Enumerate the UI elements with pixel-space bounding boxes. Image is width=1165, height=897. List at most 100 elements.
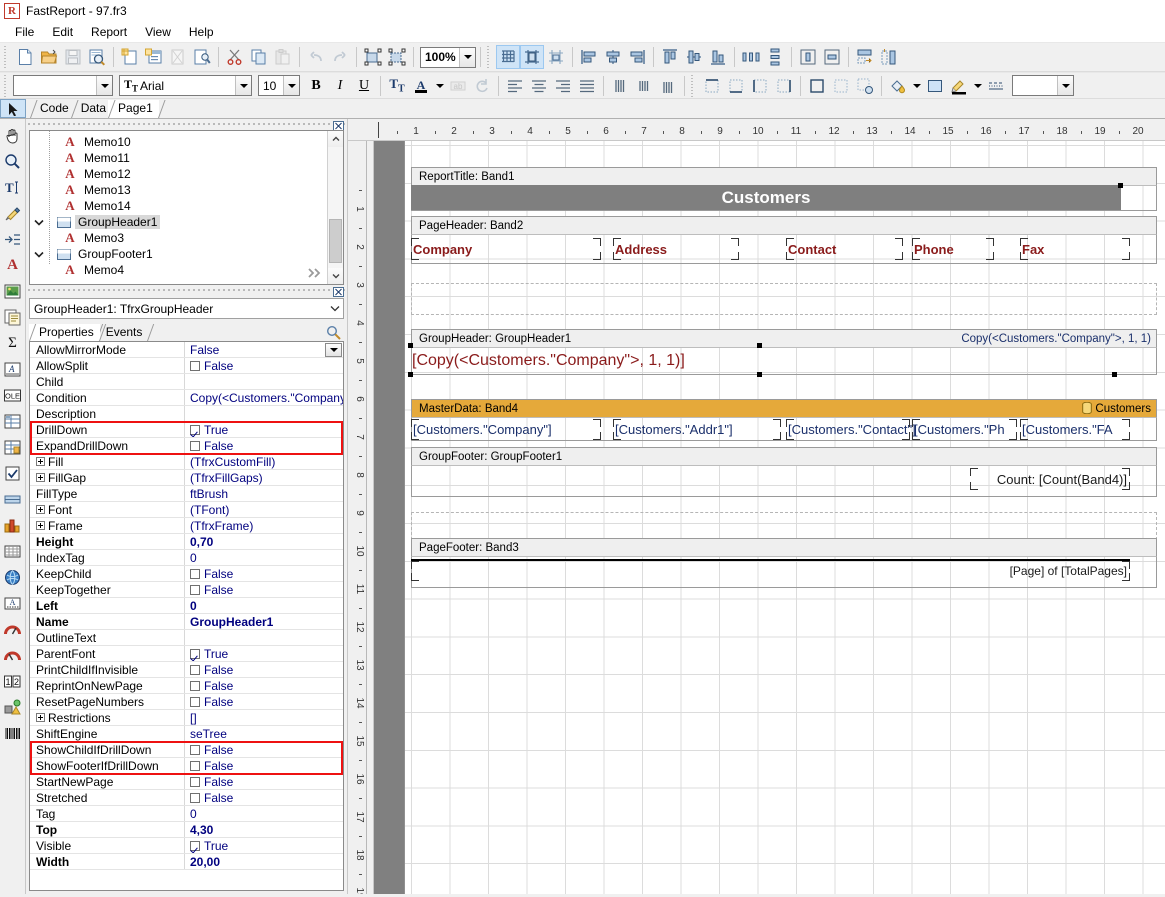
property-value-cell[interactable]: False [185,790,343,805]
property-row-filltype[interactable]: FillType ftBrush [30,486,343,502]
magnifier-icon[interactable] [1,148,25,174]
property-value-cell[interactable]: False [185,742,343,757]
memo-phone-header[interactable]: Phone [912,238,994,260]
expand-plus-icon[interactable] [36,473,45,482]
report-tree[interactable]: A Memo10 A Memo11 A Memo12 A Memo13 A Me… [30,131,327,284]
zipcode-icon[interactable]: A [1,590,25,616]
property-row-indextag[interactable]: IndexTag 0 [30,550,343,566]
chevron-down-icon[interactable] [30,214,48,230]
property-value-cell[interactable]: False [185,358,343,373]
property-row-parentfont[interactable]: ParentFont True [30,646,343,662]
new-dialog-button[interactable] [142,45,166,69]
menu-report[interactable]: Report [82,23,136,41]
property-value[interactable] [185,406,343,421]
property-checkbox[interactable] [190,664,200,675]
property-row-shiftengine[interactable]: ShiftEngine seTree [30,726,343,742]
horizontal-ruler[interactable]: 1 2 3 4 5 6 7 8 9 10 11 12 13 14 15 16 1… [348,119,1165,141]
memo-title-customers[interactable]: Customers [411,185,1121,210]
selection-handle[interactable] [1118,183,1123,188]
property-checkbox[interactable] [190,568,200,579]
menu-view[interactable]: View [136,23,180,41]
center-horizontally-button[interactable] [796,45,820,69]
save-report-button[interactable] [61,45,85,69]
property-value-cell[interactable]: False [185,438,343,453]
align-text-right-button[interactable] [551,74,575,98]
property-row-printchildifinvisible[interactable]: PrintChildIfInvisible False [30,662,343,678]
band-header-label[interactable]: GroupFooter: GroupFooter1 [411,447,1157,465]
selection-handle[interactable] [408,343,413,348]
snap-to-grid-button[interactable] [520,45,544,69]
align-left-button[interactable] [577,45,601,69]
frame-line-color-button[interactable] [947,74,971,98]
property-row-keepchild[interactable]: KeepChild False [30,566,343,582]
property-value[interactable]: False [185,342,343,357]
property-row-resetpagenumbers[interactable]: ResetPageNumbers False [30,694,343,710]
vertical-ruler[interactable]: 1 2 3 4 5 6 7 8 9 10 11 12 13 14 15 16 1… [348,141,374,894]
rich-text-icon[interactable]: A [1,356,25,382]
toolbar-grip-format[interactable] [3,74,10,97]
menu-file[interactable]: File [6,23,43,41]
band-master-data[interactable]: MasterData: Band4 Customers [Customers."… [411,399,1157,441]
align-bottom-button[interactable] [706,45,730,69]
tree-node-groupfooter1[interactable]: GroupFooter1 [30,246,327,262]
property-checkbox[interactable] [190,840,200,851]
tree-node-memo3[interactable]: A Memo3 [30,230,327,246]
property-checkbox[interactable] [190,680,200,691]
insert-band-icon[interactable] [1,226,25,252]
tab-code[interactable]: Code [30,100,75,118]
subreport-icon[interactable] [1,304,25,330]
highlight-button[interactable]: ab [446,74,470,98]
band-body[interactable]: [Customers."Company"] [Customers."Addr1"… [411,417,1157,441]
property-row-tag[interactable]: Tag 0 [30,806,343,822]
space-vertically-button[interactable] [763,45,787,69]
property-row-visible[interactable]: Visible True [30,838,343,854]
chevron-down-icon[interactable] [283,76,299,95]
selection-handle[interactable] [757,372,762,377]
valign-top-button[interactable] [608,74,632,98]
property-value-cell[interactable]: True [185,646,343,661]
align-hcenter-button[interactable] [601,45,625,69]
chevron-down-icon[interactable] [96,76,112,95]
expand-plus-icon[interactable] [36,505,45,514]
band-body[interactable]: [Page] of [TotalPages] [411,556,1157,588]
property-value[interactable]: 0,70 [185,534,343,549]
hand-icon[interactable] [1,122,25,148]
align-right-button[interactable] [625,45,649,69]
show-grid-button[interactable] [496,45,520,69]
page-settings-button[interactable] [190,45,214,69]
property-row-expanddrilldown[interactable]: ExpandDrillDown False [30,438,343,454]
frame-edit-button[interactable] [853,74,877,98]
memo-group-expression[interactable]: [Copy(<Customers."Company">, 1, 1)] [412,349,685,373]
table-object-icon[interactable] [1,408,25,434]
new-page-button[interactable] [118,45,142,69]
report-tree-panel[interactable]: A Memo10 A Memo11 A Memo12 A Memo13 A Me… [29,130,344,285]
font-color-dropdown[interactable] [433,74,446,98]
property-row-child[interactable]: Child [30,374,343,390]
toolbar-grip-frame[interactable] [690,74,697,97]
property-row-height[interactable]: Height 0,70 [30,534,343,550]
property-row-description[interactable]: Description [30,406,343,422]
center-vertically-button[interactable] [820,45,844,69]
frame-line-color-dropdown[interactable] [971,74,984,98]
property-row-startnewpage[interactable]: StartNewPage False [30,774,343,790]
band-body[interactable]: Customers [411,183,1157,211]
picture-icon[interactable] [1,278,25,304]
property-row-stretched[interactable]: Stretched False [30,790,343,806]
new-report-button[interactable] [13,45,37,69]
panel-close-icon[interactable] [333,286,344,297]
arrow-pointer-icon[interactable] [0,99,26,118]
band-group-header[interactable]: GroupHeader: GroupHeader1 Copy(<Customer… [408,329,1157,377]
band-group-footer[interactable]: GroupFooter: GroupFooter1 Count: [Count(… [411,447,1157,497]
tree-node-memo13[interactable]: A Memo13 [30,182,327,198]
digits-icon[interactable]: 12 [1,668,25,694]
preview-button[interactable] [85,45,109,69]
text-cursor-icon[interactable]: T [1,174,25,200]
chevron-down-icon[interactable] [1057,76,1073,95]
property-checkbox[interactable] [190,776,200,787]
fill-color-button[interactable] [886,74,910,98]
property-value[interactable]: seTree [185,726,343,741]
property-value[interactable]: ftBrush [185,486,343,501]
tree-scrollbar[interactable] [327,131,343,284]
same-width-button[interactable] [853,45,877,69]
property-row-top[interactable]: Top 4,30 [30,822,343,838]
